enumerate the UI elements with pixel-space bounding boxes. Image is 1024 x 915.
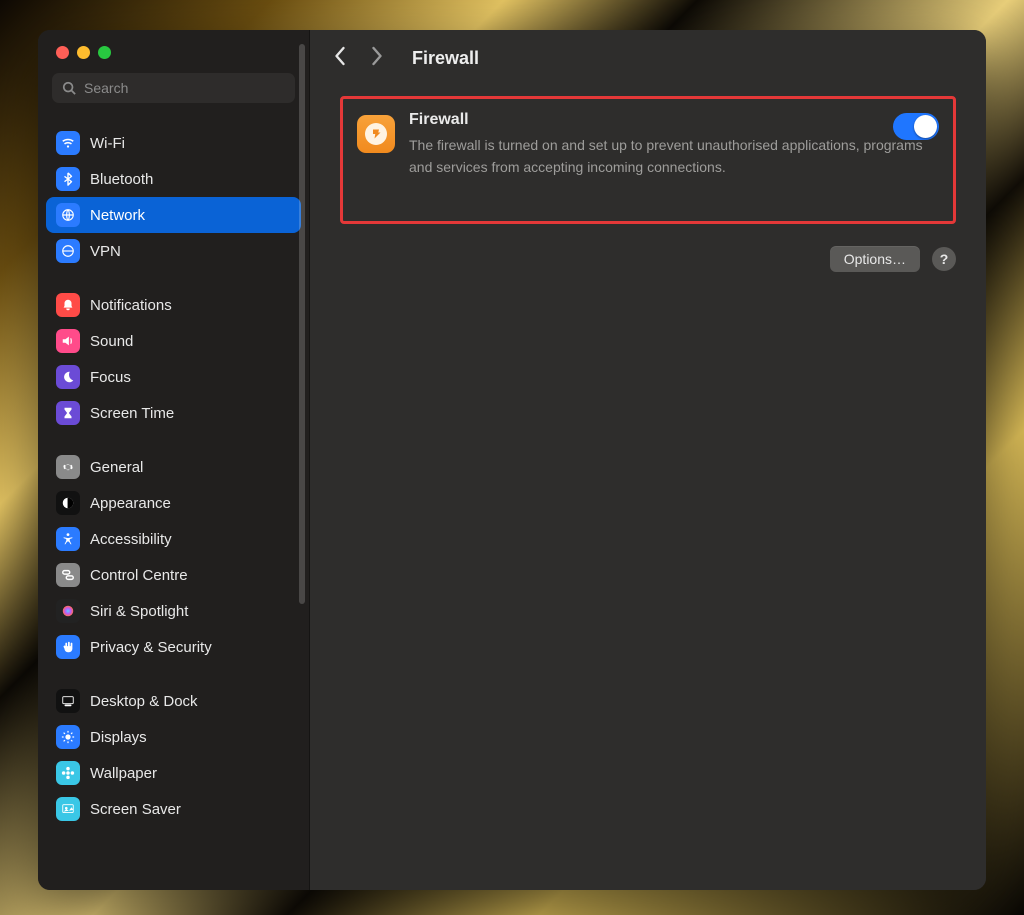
sidebar-item-label: Siri & Spotlight <box>90 603 188 620</box>
sidebar-item-siri[interactable]: Siri & Spotlight <box>46 593 301 629</box>
sidebar-item-label: Privacy & Security <box>90 639 212 656</box>
sidebar-item-displays[interactable]: Displays <box>46 719 301 755</box>
switches-icon <box>56 563 80 587</box>
sidebar-item-general[interactable]: General <box>46 449 301 485</box>
sidebar-item-desktopdock[interactable]: Desktop & Dock <box>46 683 301 719</box>
toolbar: Firewall <box>310 30 986 86</box>
sidebar-item-label: Appearance <box>90 495 171 512</box>
firewall-title: Firewall <box>409 111 937 129</box>
toggle-knob <box>914 115 937 138</box>
globe-icon <box>56 203 80 227</box>
dock-icon <box>56 689 80 713</box>
appearance-icon <box>56 491 80 515</box>
sidebar-item-label: Notifications <box>90 297 172 314</box>
sidebar-item-label: Control Centre <box>90 567 188 584</box>
search-field[interactable] <box>52 73 295 103</box>
hand-icon <box>56 635 80 659</box>
siri-icon <box>56 599 80 623</box>
vpn-icon <box>56 239 80 263</box>
options-button[interactable]: Options… <box>830 246 920 272</box>
back-button[interactable] <box>334 46 356 70</box>
wifi-icon <box>56 131 80 155</box>
sun-icon <box>56 725 80 749</box>
page-title: Firewall <box>412 48 479 69</box>
sidebar-item-wallpaper[interactable]: Wallpaper <box>46 755 301 791</box>
bell-icon <box>56 293 80 317</box>
hourglass-icon <box>56 401 80 425</box>
system-settings-window: Wi-Fi Bluetooth Network VPN Notifications Sou… <box>38 30 986 890</box>
sidebar-item-bluetooth[interactable]: Bluetooth <box>46 161 301 197</box>
sidebar: Wi-Fi Bluetooth Network VPN Notifications Sou… <box>38 30 310 890</box>
content: Firewall The firewall is turned on and s… <box>310 86 986 272</box>
sidebar-item-network[interactable]: Network <box>46 197 301 233</box>
sidebar-scrollbar[interactable] <box>299 44 305 604</box>
search-input[interactable] <box>84 80 285 96</box>
sidebar-item-vpn[interactable]: VPN <box>46 233 301 269</box>
sidebar-item-label: VPN <box>90 243 121 260</box>
sidebar-item-notifications[interactable]: Notifications <box>46 287 301 323</box>
sidebar-item-sound[interactable]: Sound <box>46 323 301 359</box>
moon-icon <box>56 365 80 389</box>
accessibility-icon <box>56 527 80 551</box>
sidebar-item-label: General <box>90 459 143 476</box>
sidebar-item-label: Wallpaper <box>90 765 157 782</box>
sidebar-item-screensaver[interactable]: Screen Saver <box>46 791 301 827</box>
sidebar-nav: Wi-Fi Bluetooth Network VPN Notifications Sou… <box>38 115 309 890</box>
sidebar-item-label: Displays <box>90 729 147 746</box>
search-icon <box>62 81 76 95</box>
help-button[interactable]: ? <box>932 247 956 271</box>
sidebar-item-controlcentre[interactable]: Control Centre <box>46 557 301 593</box>
zoom-window-button[interactable] <box>98 46 111 59</box>
firewall-toggle[interactable] <box>893 113 939 140</box>
sidebar-item-label: Screen Time <box>90 405 174 422</box>
forward-button[interactable] <box>370 46 392 70</box>
firewall-description: The firewall is turned on and set up to … <box>409 135 929 178</box>
minimize-window-button[interactable] <box>77 46 90 59</box>
close-window-button[interactable] <box>56 46 69 59</box>
sidebar-item-label: Accessibility <box>90 531 172 548</box>
sidebar-item-privacy[interactable]: Privacy & Security <box>46 629 301 665</box>
flower-icon <box>56 761 80 785</box>
sidebar-item-accessibility[interactable]: Accessibility <box>46 521 301 557</box>
main-pane: Firewall Firewall The firewall is turned… <box>310 30 986 890</box>
firewall-icon <box>357 115 395 153</box>
screensaver-icon <box>56 797 80 821</box>
sidebar-item-wifi[interactable]: Wi-Fi <box>46 125 301 161</box>
sidebar-item-label: Bluetooth <box>90 171 153 188</box>
sidebar-item-screentime[interactable]: Screen Time <box>46 395 301 431</box>
gear-icon <box>56 455 80 479</box>
sidebar-item-focus[interactable]: Focus <box>46 359 301 395</box>
actions-row: Options… ? <box>340 246 956 272</box>
window-controls <box>38 30 309 73</box>
sidebar-item-label: Network <box>90 207 145 224</box>
sidebar-item-label: Screen Saver <box>90 801 181 818</box>
sidebar-item-appearance[interactable]: Appearance <box>46 485 301 521</box>
sidebar-item-label: Wi-Fi <box>90 135 125 152</box>
bluetooth-icon <box>56 167 80 191</box>
firewall-card: Firewall The firewall is turned on and s… <box>340 96 956 224</box>
sidebar-item-label: Desktop & Dock <box>90 693 198 710</box>
speaker-icon <box>56 329 80 353</box>
sidebar-item-label: Focus <box>90 369 131 386</box>
sidebar-item-label: Sound <box>90 333 133 350</box>
